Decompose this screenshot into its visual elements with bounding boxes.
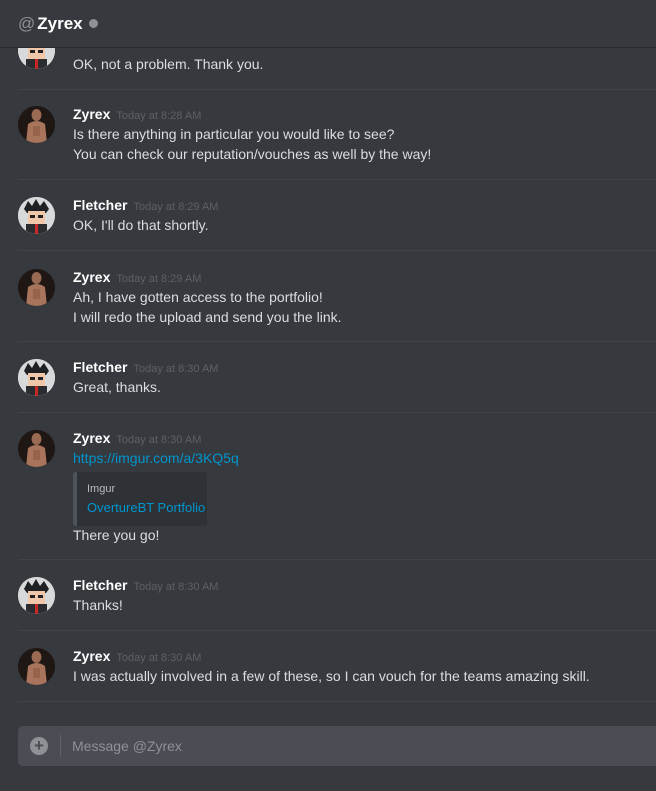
timestamp: Today at 8:30 AM (116, 434, 202, 446)
zyrex-avatar-icon[interactable] (18, 106, 55, 143)
fletcher-avatar-icon[interactable] (18, 197, 55, 234)
zyrex-avatar-icon[interactable] (18, 648, 55, 685)
message-divider (18, 559, 656, 560)
author-name[interactable]: Fletcher Today at 8:29 AM (73, 197, 218, 213)
message-input[interactable]: Message @Zyrex (72, 738, 182, 754)
message-divider (18, 630, 656, 631)
message-text: Great, thanks. (73, 379, 161, 395)
timestamp: Today at 8:30 AM (116, 652, 202, 664)
author-label[interactable]: Fletcher (73, 577, 127, 593)
message-divider (18, 89, 656, 90)
message-text: Ah, I have gotten access to the portfoli… (73, 289, 323, 305)
author-label[interactable]: Fletcher (73, 359, 127, 375)
embed-title-link[interactable]: OvertureBT Portfolio (87, 500, 205, 515)
message-link[interactable]: https://imgur.com/a/3KQ5q (73, 450, 239, 466)
author-label[interactable]: Zyrex (73, 648, 110, 664)
author-label[interactable]: Fletcher (73, 197, 127, 213)
message-divider (18, 412, 656, 413)
author-name[interactable]: Zyrex Today at 8:30 AM (73, 430, 201, 446)
author-name[interactable]: Fletcher Today at 8:30 AM (73, 577, 218, 593)
message-divider (18, 701, 656, 702)
author-label[interactable]: Zyrex (73, 106, 110, 122)
link-embed: Imgur OvertureBT Portfolio (73, 472, 207, 526)
message-text: OK, I'll do that shortly. (73, 217, 209, 233)
message-list[interactable]: OK, not a problem. Thank you. Zyrex Today… (0, 48, 656, 708)
message-text: I will redo the upload and send you the … (73, 309, 342, 325)
message-text: There you go! (73, 527, 160, 543)
author-name[interactable]: Zyrex Today at 8:29 AM (73, 269, 201, 285)
message-text: Is there anything in particular you woul… (73, 126, 395, 142)
timestamp: Today at 8:28 AM (116, 110, 202, 122)
status-dot-icon (88, 19, 98, 28)
add-attachment-icon[interactable]: + (30, 737, 48, 755)
author-name[interactable]: Zyrex Today at 8:28 AM (73, 106, 201, 122)
author-name[interactable]: Fletcher Today at 8:30 AM (73, 359, 218, 375)
composer-separator (60, 735, 61, 757)
timestamp: Today at 8:29 AM (133, 201, 219, 213)
message-divider (18, 250, 656, 251)
timestamp: Today at 8:29 AM (116, 273, 202, 285)
dm-username[interactable]: Zyrex (37, 14, 82, 34)
fletcher-avatar-icon[interactable] (18, 48, 55, 69)
author-label[interactable]: Zyrex (73, 430, 110, 446)
message-text: You can check our reputation/vouches as … (73, 146, 432, 162)
author-name[interactable]: Zyrex Today at 8:30 AM (73, 648, 201, 664)
message-text: I was actually involved in a few of thes… (73, 668, 590, 684)
dm-header: @ Zyrex (0, 0, 656, 48)
fletcher-avatar-icon[interactable] (18, 359, 55, 396)
message-text: Thanks! (73, 597, 123, 613)
zyrex-avatar-icon[interactable] (18, 430, 55, 467)
message-text: OK, not a problem. Thank you. (73, 56, 264, 72)
zyrex-avatar-icon[interactable] (18, 269, 55, 306)
at-symbol: @ (18, 13, 36, 33)
author-label[interactable]: Zyrex (73, 269, 110, 285)
embed-provider: Imgur (87, 483, 116, 495)
timestamp: Today at 8:30 AM (133, 363, 219, 375)
message-divider (18, 341, 656, 342)
fletcher-avatar-icon[interactable] (18, 577, 55, 614)
message-divider (18, 179, 656, 180)
message-composer[interactable]: + Message @Zyrex (18, 726, 656, 766)
timestamp: Today at 8:30 AM (133, 581, 219, 593)
